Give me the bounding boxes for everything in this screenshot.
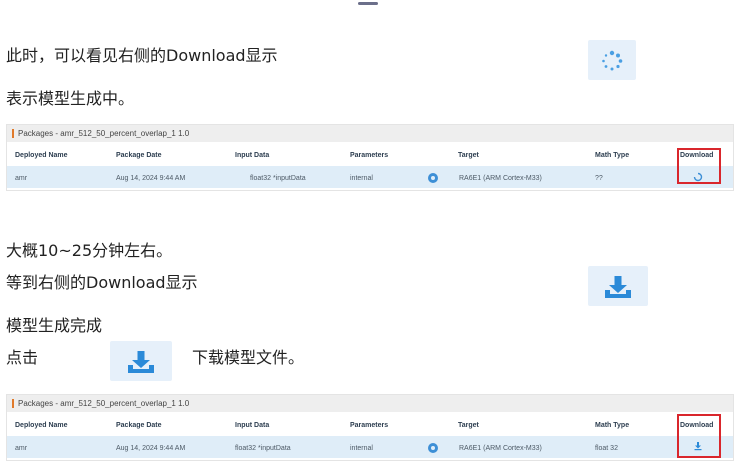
col-math-type: Math Type — [595, 152, 630, 159]
spinner-icon — [588, 40, 636, 80]
col-deployed-name: Deployed Name — [15, 422, 68, 429]
instruction-line-3: 大概10~25分钟左右。 — [6, 241, 173, 260]
panel-header: Packages - amr_512_50_percent_overlap_1 … — [7, 125, 733, 142]
col-package-date: Package Date — [116, 152, 162, 159]
instruction-line-4: 等到右侧的Download显示 — [6, 273, 198, 292]
instruction-line-6a: 点击 — [6, 348, 39, 367]
instruction-line-5: 模型生成完成 — [6, 316, 103, 335]
cell-target: RA6E1 (ARM Cortex-M33) — [459, 175, 542, 182]
col-math-type: Math Type — [595, 422, 630, 429]
cell-target: RA6E1 (ARM Cortex-M33) — [459, 445, 542, 452]
download-icon[interactable] — [693, 441, 703, 451]
download-tray-icon — [588, 266, 648, 306]
cell-deployed-name: amr — [15, 445, 28, 452]
settings-icon[interactable] — [428, 173, 438, 183]
cell-package-date: Aug 14, 2024 9:44 AM — [116, 445, 186, 452]
cell-math-type: float 32 — [595, 445, 618, 452]
col-input-data: Input Data — [235, 152, 270, 159]
cell-package-date: Aug 14, 2024 9:44 AM — [116, 175, 186, 182]
instruction-line-1: 此时，可以看见右侧的Download显示 — [6, 46, 278, 65]
top-scroll-indicator — [358, 2, 378, 5]
cell-parameters: internal — [350, 175, 373, 182]
col-deployed-name: Deployed Name — [15, 152, 68, 159]
download-button-icon — [110, 341, 172, 381]
col-package-date: Package Date — [116, 422, 162, 429]
col-input-data: Input Data — [235, 422, 270, 429]
col-parameters: Parameters — [350, 152, 389, 159]
instruction-line-6b: 下载模型文件。 — [192, 348, 305, 367]
col-parameters: Parameters — [350, 422, 389, 429]
loading-spinner-icon — [693, 172, 703, 182]
col-target: Target — [458, 422, 479, 429]
cell-parameters: internal — [350, 445, 373, 452]
settings-icon[interactable] — [428, 443, 438, 453]
cell-math-type: ?? — [595, 175, 603, 182]
instruction-line-2: 表示模型生成中。 — [6, 89, 135, 108]
panel-title: Packages - amr_512_50_percent_overlap_1 … — [18, 399, 190, 408]
packages-panel-complete: Packages - amr_512_50_percent_overlap_1 … — [6, 394, 734, 461]
panel-header-accent — [12, 129, 14, 138]
cell-input-data: float32 *inputData — [235, 445, 291, 452]
download-highlight-box — [677, 414, 721, 458]
cell-deployed-name: amr — [15, 175, 28, 182]
packages-panel-generating: Packages - amr_512_50_percent_overlap_1 … — [6, 124, 734, 191]
panel-header: Packages - amr_512_50_percent_overlap_1 … — [7, 395, 733, 412]
cell-input-data: float32 *inputData — [250, 175, 306, 182]
panel-title: Packages - amr_512_50_percent_overlap_1 … — [18, 129, 190, 138]
panel-header-accent — [12, 399, 14, 408]
col-target: Target — [458, 152, 479, 159]
